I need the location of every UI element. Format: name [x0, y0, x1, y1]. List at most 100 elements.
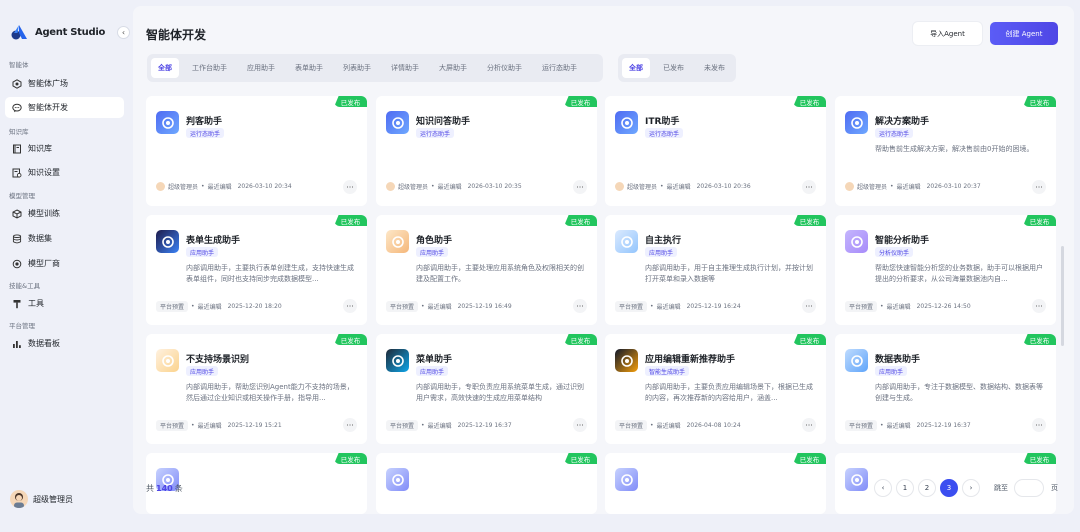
agent-name: 判客助手	[186, 117, 223, 127]
tab-category-form[interactable]: 表单助手	[288, 58, 330, 78]
agent-card[interactable]: 已发布 自主执行 应用助手 内部调用助手，用于自主推理生成执行计划，并按计划打开菜单和…	[605, 215, 826, 325]
tab-category-list[interactable]: 列表助手	[336, 58, 378, 78]
sidebar-item-dashboard[interactable]: 数据看板	[5, 333, 124, 354]
agent-card[interactable]: 已发布 ITR助手 运行态助手 超级管理员 • 最近编辑 2026-03-10 20:36 ·…	[605, 96, 826, 206]
more-icon: ···	[576, 420, 584, 430]
nav-group-knowledge: 知识库	[9, 128, 29, 136]
status-badge: 已发布	[564, 334, 597, 345]
sidebar-item-agent-square[interactable]: 智能体广场	[5, 73, 124, 94]
edited-time: 2025-12-19 15:21	[227, 422, 282, 429]
dot-separator: •	[431, 183, 435, 190]
more-actions-button[interactable]: ···	[573, 180, 587, 194]
jump-unit: 页	[1051, 484, 1058, 492]
agent-card[interactable]: 已发布 菜单助手 应用助手 内部调用助手，专职负责应用系统菜单生成，通过识别用户需求，…	[376, 334, 597, 444]
agent-card[interactable]: 已发布 智能分析助手 分析仪助手 帮助您快速智能分析您的业务数据，助手可以根据用户提出…	[835, 215, 1056, 325]
agent-card[interactable]: 已发布 知识问答助手 运行态助手 超级管理员 • 最近编辑 2026-03-10 20:35…	[376, 96, 597, 206]
owner-chip: 平台预置	[156, 420, 189, 431]
agent-card[interactable]: 已发布	[376, 453, 597, 514]
sidebar-item-knowledge-settings[interactable]: 知识设置	[5, 162, 124, 183]
status-badge: 已发布	[334, 215, 367, 226]
page-title: 智能体开发	[146, 28, 207, 42]
sidebar-item-model-vendor[interactable]: 模型厂商	[5, 253, 124, 274]
more-actions-button[interactable]: ···	[1032, 418, 1046, 432]
tab-category-bigscreen[interactable]: 大屏助手	[432, 58, 474, 78]
more-actions-button[interactable]: ···	[343, 299, 357, 313]
card-footer: 超级管理员 • 最近编辑 2026-03-10 20:36	[615, 182, 751, 191]
user-menu[interactable]: 超级管理员	[10, 490, 73, 508]
edited-label: 最近编辑	[656, 304, 681, 311]
cube-icon	[12, 208, 22, 219]
edited-label: 最近编辑	[896, 184, 921, 191]
agent-card[interactable]: 已发布 角色助手 应用助手 内部调用助手，主要处理应用系统角色及权限相关的创建及配置工…	[376, 215, 597, 325]
create-agent-button[interactable]: 创建 Agent	[990, 22, 1058, 45]
total-count: 共 140 条	[146, 483, 183, 494]
agent-card[interactable]: 已发布 判客助手 运行态助手 超级管理员 • 最近编辑 2026-03-10 20:34 ··…	[146, 96, 367, 206]
agent-card[interactable]: 已发布 不支持场景识别 应用助手 内部调用助手，帮助您识别Agent能力不支持的场景，…	[146, 334, 367, 444]
agent-card[interactable]: 已发布 表单生成助手 应用助手 内部调用助手，主要执行表单创建生成，支持快速生成表单组…	[146, 215, 367, 325]
avatar	[10, 490, 28, 508]
agent-card[interactable]: 已发布 数据表助手 应用助手 内部调用助手，专注于数据模型、数据结构、数据表等创建与生…	[835, 334, 1056, 444]
import-agent-button[interactable]: 导入Agent	[913, 22, 982, 45]
more-actions-button[interactable]: ···	[343, 180, 357, 194]
agent-category-tag: 应用助手	[186, 366, 219, 376]
sidebar-item-label: 智能体开发	[28, 103, 68, 112]
status-badge: 已发布	[793, 215, 826, 226]
agent-description: 帮助售前生成解决方案，解决售前由0开始的困境。	[875, 145, 1034, 153]
sidebar-item-agent-dev[interactable]: 智能体开发	[5, 97, 124, 118]
sidebar-item-tools[interactable]: 工具	[5, 293, 124, 314]
sidebar-item-label: 智能体广场	[28, 79, 68, 88]
logo-icon	[11, 25, 27, 40]
collapse-sidebar-button[interactable]: ‹	[117, 26, 130, 39]
agent-card[interactable]: 已发布	[605, 453, 826, 514]
scrollbar[interactable]	[1061, 246, 1064, 346]
prev-page-button[interactable]: ‹	[874, 479, 892, 497]
more-actions-button[interactable]: ···	[1032, 299, 1046, 313]
more-actions-button[interactable]: ···	[343, 418, 357, 432]
owner-name: 超级管理员	[627, 184, 658, 191]
owner-chip: 平台预置	[386, 301, 419, 312]
edited-label: 最近编辑	[666, 184, 691, 191]
agent-avatar-icon	[615, 111, 638, 134]
next-page-button[interactable]: ›	[962, 479, 980, 497]
tab-category-all[interactable]: 全部	[151, 58, 179, 78]
agent-description: 内部调用助手，专职负责应用系统菜单生成，通过识别用户需求，高效快速的生成应用菜单…	[416, 383, 584, 402]
sidebar-item-model-training[interactable]: 模型训练	[5, 203, 124, 224]
tab-category-runtime[interactable]: 运行态助手	[535, 58, 584, 78]
status-badge: 已发布	[334, 96, 367, 107]
agent-category-tag: 智能生成助手	[645, 366, 690, 376]
more-actions-button[interactable]: ···	[802, 299, 816, 313]
more-icon: ···	[805, 182, 813, 192]
tab-category-detail[interactable]: 详情助手	[384, 58, 426, 78]
agent-description: 内部调用助手，帮助您识别Agent能力不支持的场景，然后通过企业知识或相关操作手…	[186, 383, 354, 402]
tab-status-all[interactable]: 全部	[622, 58, 650, 78]
agent-category-tag: 应用助手	[645, 247, 678, 257]
owner-chip: 平台预置	[615, 301, 648, 312]
page-button[interactable]: 1	[896, 479, 914, 497]
more-actions-button[interactable]: ···	[802, 418, 816, 432]
tab-category-workbench[interactable]: 工作台助手	[185, 58, 234, 78]
nav-group-agents: 智能体	[9, 61, 29, 69]
agent-name: 菜单助手	[416, 355, 453, 365]
agent-card[interactable]: 已发布 应用编辑重新推荐助手 智能生成助手 内部调用助手，主要负责应用编辑场景下，根据…	[605, 334, 826, 444]
page-button-current[interactable]: 3	[940, 479, 958, 497]
tab-category-analysis[interactable]: 分析仪助手	[480, 58, 529, 78]
more-actions-button[interactable]: ···	[573, 299, 587, 313]
jump-page-input[interactable]	[1014, 479, 1044, 497]
sidebar-item-dataset[interactable]: 数据集	[5, 228, 124, 249]
owner-chip: 平台预置	[156, 301, 189, 312]
agent-name: 解决方案助手	[875, 117, 930, 127]
agent-card[interactable]: 已发布 解决方案助手 运行态助手 帮助售前生成解决方案，解决售前由0开始的困境。 超级管…	[835, 96, 1056, 206]
status-badge: 已发布	[1023, 334, 1056, 345]
chevron-left-icon: ‹	[121, 28, 126, 37]
tab-category-app[interactable]: 应用助手	[240, 58, 282, 78]
status-badge: 已发布	[564, 453, 597, 464]
more-actions-button[interactable]: ···	[573, 418, 587, 432]
more-actions-button[interactable]: ···	[802, 180, 816, 194]
total-suffix: 条	[174, 484, 183, 493]
nav-group-platform: 平台管理	[9, 322, 35, 330]
tab-status-published[interactable]: 已发布	[656, 58, 691, 78]
more-actions-button[interactable]: ···	[1032, 180, 1046, 194]
tab-status-unpublished[interactable]: 未发布	[697, 58, 732, 78]
sidebar-item-knowledge-base[interactable]: 知识库	[5, 138, 124, 159]
page-button[interactable]: 2	[918, 479, 936, 497]
